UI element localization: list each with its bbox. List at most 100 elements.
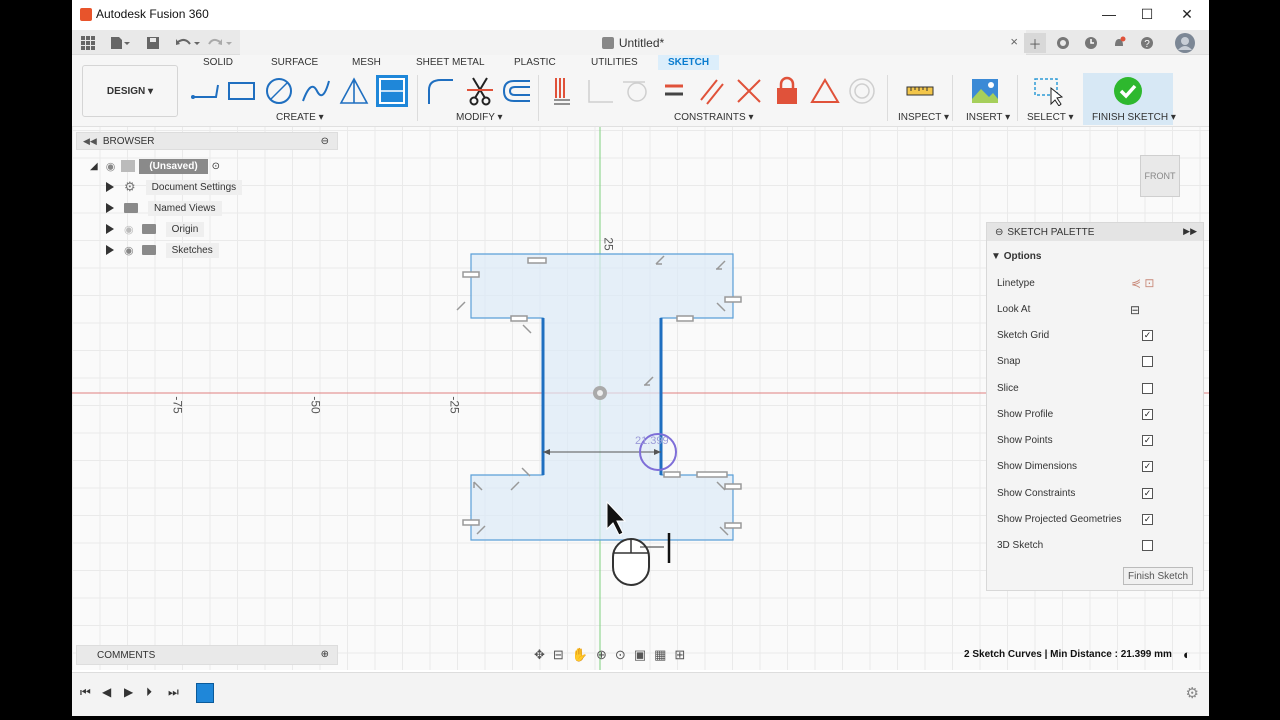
root-component-label[interactable]: (Unsaved) [139,158,208,174]
browser-root-row[interactable]: ◢ ◉ (Unsaved) ⊙ [90,157,220,175]
help-icon[interactable]: ? [1138,33,1156,53]
show-constraints-checkbox[interactable]: ✓ [1142,488,1153,499]
browser-item-origin[interactable]: ◉ Origin [106,220,205,238]
spline-tool-icon[interactable] [300,75,332,107]
comments-panel[interactable]: COMMENTS ⊕ [76,645,338,665]
status-toggle-icon[interactable]: ◐ [1183,647,1191,662]
expand-triangle-icon[interactable] [106,182,114,192]
file-menu-icon[interactable] [108,33,132,53]
workspace-switcher-button[interactable]: DESIGN ▾ [82,65,178,117]
line-tool-icon[interactable] [189,75,221,107]
step-forward-icon[interactable]: ⏵ [146,685,152,700]
step-back-icon[interactable]: ◀ [102,685,111,699]
circle-tool-icon[interactable] [263,75,295,107]
maximize-button[interactable]: ☐ [1127,0,1167,28]
constraints-group-label[interactable]: CONSTRAINTS ▾ [674,112,753,123]
close-window-button[interactable]: ✕ [1167,0,1207,28]
visibility-eye-icon[interactable]: ◉ [124,244,134,257]
timeline-sketch-feature[interactable] [196,683,214,703]
slice-checkbox[interactable] [1142,383,1153,394]
tangent-constraint-icon[interactable] [620,75,652,107]
construction-linetype-icon[interactable]: ⋞ ⊡ [1131,276,1154,290]
symmetry-constraint-icon[interactable] [809,75,841,107]
polygon-tool-icon[interactable] [338,75,370,107]
minimize-button[interactable]: — [1089,0,1129,28]
viewcube-face-label[interactable]: FRONT [1145,171,1176,181]
activate-radio-icon[interactable]: ⊙ [212,161,220,172]
user-avatar[interactable] [1174,33,1196,53]
tab-sheet-metal[interactable]: SHEET METAL [416,57,485,68]
browser-minus-icon[interactable]: ⊖ [321,136,329,147]
tab-mesh[interactable]: MESH [352,57,381,68]
zoom-icon[interactable]: ⊕ [596,647,607,663]
finish-sketch-label[interactable]: FINISH SKETCH ▾ [1092,112,1176,123]
notifications-bell-icon[interactable] [1110,33,1128,53]
tab-sketch[interactable]: SKETCH [658,55,720,70]
grid-settings-icon[interactable]: ▦ [654,647,666,663]
concentric-constraint-icon[interactable] [846,75,878,107]
viewports-icon[interactable]: ⊞ [674,647,685,663]
data-panel-grid-icon[interactable] [78,33,98,53]
tab-utilities[interactable]: UTILITIES [591,57,638,68]
project-tool-icon[interactable] [376,75,408,107]
fillet-tool-icon[interactable] [424,75,456,107]
expand-triangle-icon[interactable] [106,203,114,213]
trim-scissors-icon[interactable] [464,75,496,107]
parallel-constraint-icon[interactable] [696,75,728,107]
tab-surface[interactable]: SURFACE [271,57,318,68]
clock-icon[interactable] [1082,33,1100,53]
dimension-value[interactable]: 21.399 [635,435,669,447]
3d-sketch-checkbox[interactable] [1142,540,1153,551]
modify-group-label[interactable]: MODIFY ▾ [456,112,503,123]
palette-minus-icon[interactable]: ⊖ [995,227,1003,238]
hidden-eye-icon[interactable]: ◉ [124,223,134,236]
create-group-label[interactable]: CREATE ▾ [276,112,324,123]
play-icon[interactable]: ▶ [124,685,133,699]
sketch-grid-checkbox[interactable]: ✓ [1142,330,1153,341]
fix-constraint-icon[interactable] [546,75,578,107]
palette-expand-icon[interactable]: ▶▶ [1183,226,1197,237]
new-tab-plus-icon[interactable]: ＋ [1024,33,1046,53]
select-group-label[interactable]: SELECT ▾ [1027,112,1074,123]
orbit-icon[interactable]: ✥ [534,647,545,663]
section-collapse-icon[interactable]: ▼ [991,251,1004,262]
job-status-icon[interactable] [1054,33,1072,53]
show-dimensions-checkbox[interactable]: ✓ [1142,461,1153,472]
go-to-end-icon[interactable]: ⏭ [168,685,179,700]
viewcube[interactable]: FRONT [1140,155,1180,197]
coincident-constraint-icon[interactable] [733,75,765,107]
fit-zoom-icon[interactable]: ⊙ [615,647,626,663]
look-at-nav-icon[interactable]: ⊟ [553,647,564,663]
tab-solid[interactable]: SOLID [203,57,233,68]
close-document-button[interactable]: × [1010,34,1018,49]
show-points-checkbox[interactable]: ✓ [1142,435,1153,446]
display-settings-icon[interactable]: ▣ [634,647,646,663]
options-section[interactable]: ▼ Options [991,251,1041,262]
perpendicular-constraint-icon[interactable] [584,75,616,107]
finish-sketch-button[interactable]: Finish Sketch [1123,567,1193,585]
expand-icon[interactable]: ◢ [90,161,98,172]
show-profile-checkbox[interactable]: ✓ [1142,409,1153,420]
collapse-panel-icon[interactable]: ◀◀ [83,136,97,147]
pan-hand-icon[interactable]: ✋ [572,647,588,663]
show-projected-geometries-checkbox[interactable]: ✓ [1142,514,1153,525]
insert-group-label[interactable]: INSERT ▾ [966,112,1010,123]
expand-triangle-icon[interactable] [106,245,114,255]
look-at-icon[interactable]: ⊟ [1130,303,1140,317]
redo-icon[interactable] [206,33,234,53]
browser-item-document-settings[interactable]: ⚙ Document Settings [106,178,243,196]
browser-item-sketches[interactable]: ◉ Sketches [106,241,219,259]
go-to-start-icon[interactable]: ⏮ [80,685,91,700]
finish-sketch-check-icon[interactable] [1112,75,1144,107]
save-icon[interactable] [144,33,162,53]
insert-image-icon[interactable] [969,75,1001,107]
lock-constraint-icon[interactable] [771,75,803,107]
document-tab[interactable]: Untitled* × [240,30,1026,55]
visibility-eye-icon[interactable]: ◉ [106,160,116,173]
select-window-icon[interactable] [1032,75,1064,107]
offset-tool-icon[interactable] [500,75,532,107]
comments-add-icon[interactable]: ⊕ [321,649,329,660]
inspect-group-label[interactable]: INSPECT ▾ [898,112,949,123]
tab-plastic[interactable]: PLASTIC [514,57,556,68]
undo-icon[interactable] [174,33,202,53]
